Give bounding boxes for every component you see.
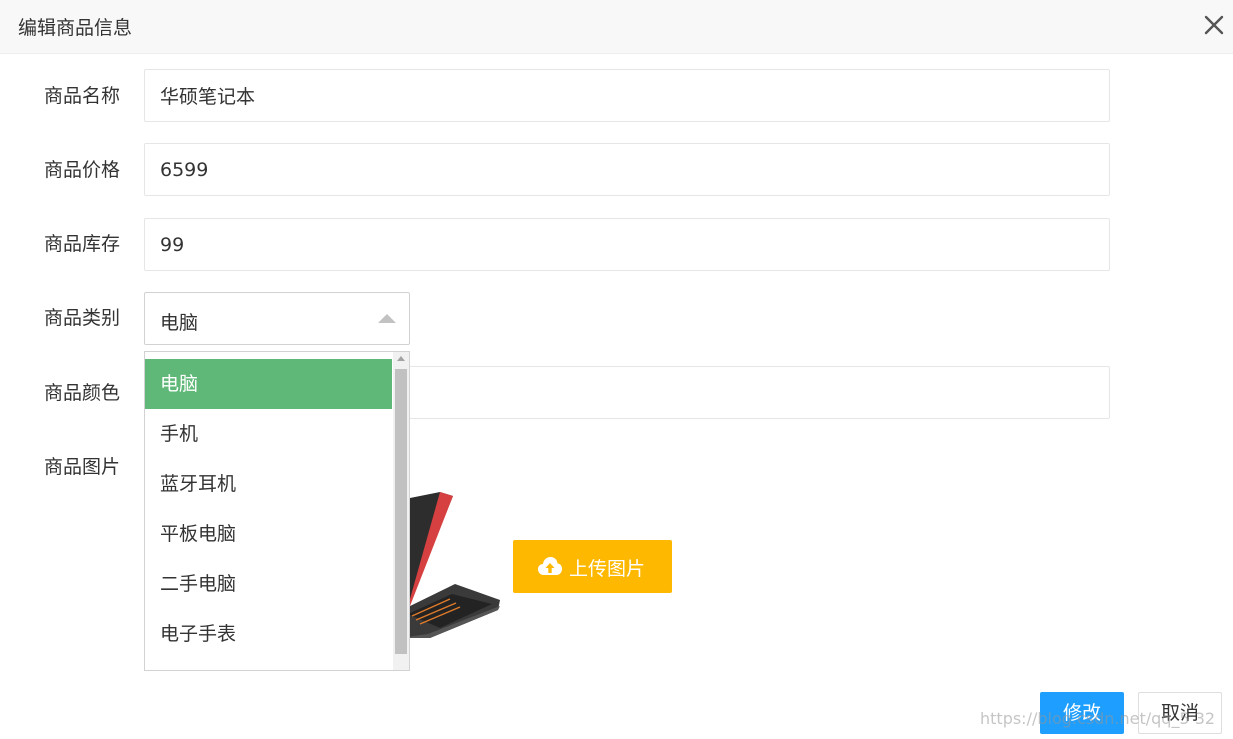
product-price-input[interactable] bbox=[144, 143, 1110, 196]
scroll-up-arrow-icon[interactable] bbox=[397, 356, 405, 361]
product-name-label: 商品名称 bbox=[44, 85, 121, 107]
product-category-value: 电脑 bbox=[160, 312, 199, 334]
category-option-bluetooth-earphones[interactable]: 蓝牙耳机 bbox=[145, 459, 392, 509]
product-stock-label: 商品库存 bbox=[44, 233, 121, 255]
cloud-upload-icon bbox=[537, 555, 563, 582]
product-stock-input[interactable] bbox=[144, 218, 1110, 271]
product-category-label: 商品类别 bbox=[44, 307, 121, 329]
category-dropdown-list: 电脑 手机 蓝牙耳机 平板电脑 二手电脑 电子手表 bbox=[144, 351, 410, 671]
upload-image-label: 上传图片 bbox=[569, 558, 646, 580]
cancel-button[interactable]: 取消 bbox=[1138, 692, 1222, 734]
close-icon[interactable] bbox=[1203, 14, 1225, 36]
product-image-laptop bbox=[400, 492, 500, 638]
dropdown-scrollbar[interactable] bbox=[393, 352, 409, 670]
scrollbar-thumb[interactable] bbox=[395, 369, 407, 654]
product-name-input[interactable] bbox=[144, 69, 1110, 122]
caret-up-icon bbox=[378, 314, 396, 323]
category-option-used-computer[interactable]: 二手电脑 bbox=[145, 559, 392, 609]
upload-image-button[interactable]: 上传图片 bbox=[513, 540, 672, 593]
product-price-label: 商品价格 bbox=[44, 159, 121, 181]
category-option-tablet[interactable]: 平板电脑 bbox=[145, 509, 392, 559]
dialog-titlebar: 编辑商品信息 bbox=[0, 0, 1233, 54]
dialog-title: 编辑商品信息 bbox=[18, 17, 133, 39]
submit-edit-button[interactable]: 修改 bbox=[1040, 692, 1124, 734]
product-color-label: 商品颜色 bbox=[44, 382, 121, 404]
category-option-phone[interactable]: 手机 bbox=[145, 409, 392, 459]
edit-product-dialog: 编辑商品信息 商品名称 商品价格 商品库存 商品类别 电脑 商品颜色 商品图片 bbox=[0, 0, 1233, 739]
category-option-smartwatch[interactable]: 电子手表 bbox=[145, 609, 392, 659]
product-image-label: 商品图片 bbox=[44, 456, 121, 478]
category-option-computer[interactable]: 电脑 bbox=[145, 359, 392, 409]
product-category-select[interactable]: 电脑 bbox=[144, 292, 410, 345]
